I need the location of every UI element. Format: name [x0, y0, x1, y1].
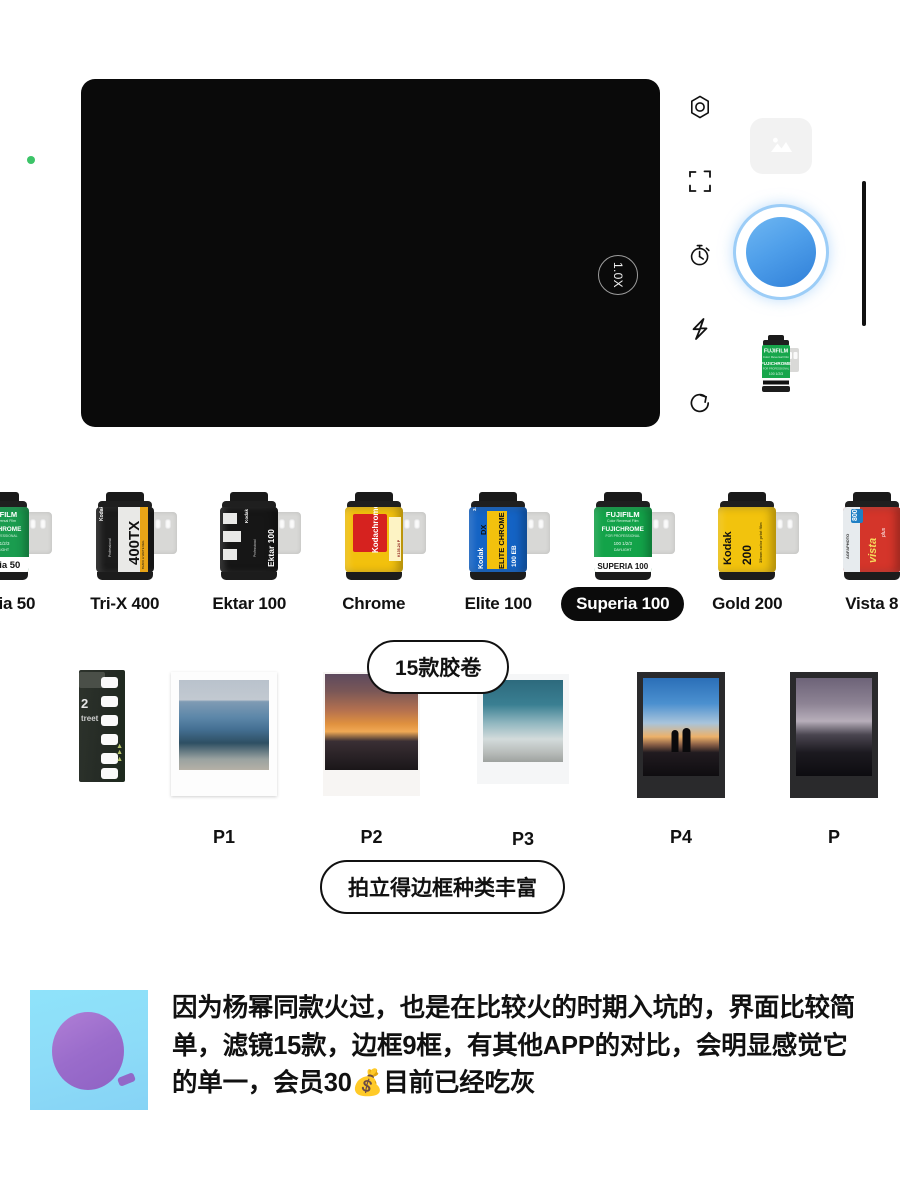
photo-mountain-dusk — [796, 678, 872, 776]
badge-frame-variety: 拍立得边框种类丰富 — [320, 860, 565, 914]
film-roll-item-selected[interactable]: FUJIFILM Color Reversal Film FUJICHROME … — [561, 480, 686, 621]
image-icon — [771, 137, 792, 152]
filmstrip-number: 2 — [81, 696, 89, 711]
film-roll-item[interactable]: Kodak Professional 400TX BLACK & WHITE N… — [63, 480, 188, 614]
svg-text:FUJICHROME: FUJICHROME — [761, 361, 791, 366]
film-roll-item[interactable]: Kodachrome K135-24 P Chrome — [312, 480, 437, 614]
frame-item[interactable]: P — [790, 672, 878, 847]
current-film-indicator[interactable]: FUJIFILM Color Reversal Film FUJICHROME … — [755, 334, 807, 398]
shutter-inner — [746, 217, 816, 287]
film-roll-label-selected: Superia 100 — [561, 587, 685, 621]
timer-icon[interactable] — [683, 238, 717, 272]
frame-item[interactable]: P1 — [171, 672, 277, 847]
film-canister: 3.6 DX Kodak ELITE CHROME 100 EB — [443, 480, 553, 580]
side-scroll-rail[interactable] — [862, 181, 866, 326]
dark-frame-thumb — [637, 672, 725, 798]
dark-frame-thumb — [790, 672, 878, 798]
film-roll-label: Tri-X 400 — [90, 594, 160, 613]
film-roll-label: Vista 8 — [845, 594, 899, 613]
camera-preview-section: 1.0X FUJIFILM Color Reversal Film FUJICH… — [0, 0, 900, 470]
frame-item[interactable]: 2 treet ▲ ▲ ▲ — [79, 670, 125, 782]
svg-text:100 1/2/3: 100 1/2/3 — [769, 372, 783, 376]
app-icon-circle — [52, 1012, 124, 1090]
polaroid-frame-thumb — [171, 672, 277, 796]
flash-icon[interactable] — [683, 312, 717, 346]
aperture-icon[interactable] — [683, 90, 717, 124]
filmstrip-sub: treet — [81, 714, 99, 723]
svg-text:FUJIFILM: FUJIFILM — [764, 349, 789, 355]
camera-viewfinder[interactable]: 1.0X — [81, 79, 660, 427]
filmstrip-frame-thumb: 2 treet ▲ ▲ ▲ — [79, 670, 125, 782]
gallery-thumbnail-button[interactable] — [750, 118, 812, 174]
frame-label: P1 — [212, 827, 236, 847]
rotate-icon[interactable] — [683, 386, 717, 420]
film-roll-item[interactable]: Kodak 200 35mm color print film Gold 200 — [685, 480, 810, 614]
camera-control-column — [680, 90, 720, 420]
film-roll-item[interactable]: FUJIFILM Color Reversal Film FUJICHROME … — [0, 480, 63, 614]
film-roll-label: Elite 100 — [464, 594, 532, 613]
film-roll-item[interactable]: Kodak Professional Ektar 100 Ektar 100 — [187, 480, 312, 614]
app-icon-chip — [116, 1072, 137, 1087]
film-roll-label: Gold 200 — [712, 594, 783, 613]
focus-frame-icon[interactable] — [683, 164, 717, 198]
film-roll-item[interactable]: 800 AGFAPHOTO vista plus Vista 8 — [810, 480, 900, 614]
film-roll-selector[interactable]: FUJIFILM Color Reversal Film FUJICHROME … — [0, 480, 900, 640]
photo-ocean-wave — [179, 680, 269, 770]
film-canister: Kodak Professional Ektar 100 — [194, 480, 304, 580]
zoom-level-button[interactable]: 1.0X — [598, 255, 638, 295]
photo-clouds-sky — [483, 680, 563, 762]
zoom-level-label: 1.0X — [610, 262, 625, 288]
film-canister: Kodachrome K135-24 P — [319, 480, 429, 580]
badge-film-count: 15款胶卷 — [367, 640, 510, 694]
film-roll-label: Velvia 50 — [0, 594, 36, 613]
film-canister: 800 AGFAPHOTO vista plus — [817, 480, 900, 580]
app-review-block: 因为杨幂同款火过，也是在比较火的时期入坑的，界面比较简单，滤镜15款，边框9框，… — [0, 990, 900, 1110]
shutter-button[interactable] — [740, 211, 822, 293]
film-canister: Kodak 200 35mm color print film — [692, 480, 802, 580]
svg-text:FOR PROFESSIONAL: FOR PROFESSIONAL — [763, 367, 790, 371]
silhouette-figures — [671, 728, 691, 753]
app-icon[interactable] — [30, 990, 148, 1110]
frame-label: P3 — [511, 829, 535, 849]
svg-text:Color Reversal Film: Color Reversal Film — [763, 355, 790, 359]
film-canister: FUJIFILM Color Reversal Film FUJICHROME … — [568, 480, 678, 580]
recording-indicator-dot — [27, 156, 35, 164]
frame-label: P — [827, 827, 840, 847]
review-text: 因为杨幂同款火过，也是在比较火的时期入坑的，界面比较简单，滤镜15款，边框9框，… — [172, 994, 856, 1098]
photo-couple-sunset — [643, 678, 719, 776]
film-roll-item[interactable]: 3.6 DX Kodak ELITE CHROME 100 EB Elite 1… — [436, 480, 561, 614]
film-canister: Kodak Professional 400TX BLACK & WHITE N… — [70, 480, 180, 580]
film-roll-label: Chrome — [342, 594, 406, 613]
frame-label: P2 — [360, 827, 383, 847]
frame-label: P4 — [669, 827, 693, 847]
film-canister: FUJIFILM Color Reversal Film FUJICHROME … — [0, 480, 55, 580]
film-roll-label: Ektar 100 — [212, 594, 287, 613]
frame-item[interactable]: P4 — [637, 672, 725, 847]
